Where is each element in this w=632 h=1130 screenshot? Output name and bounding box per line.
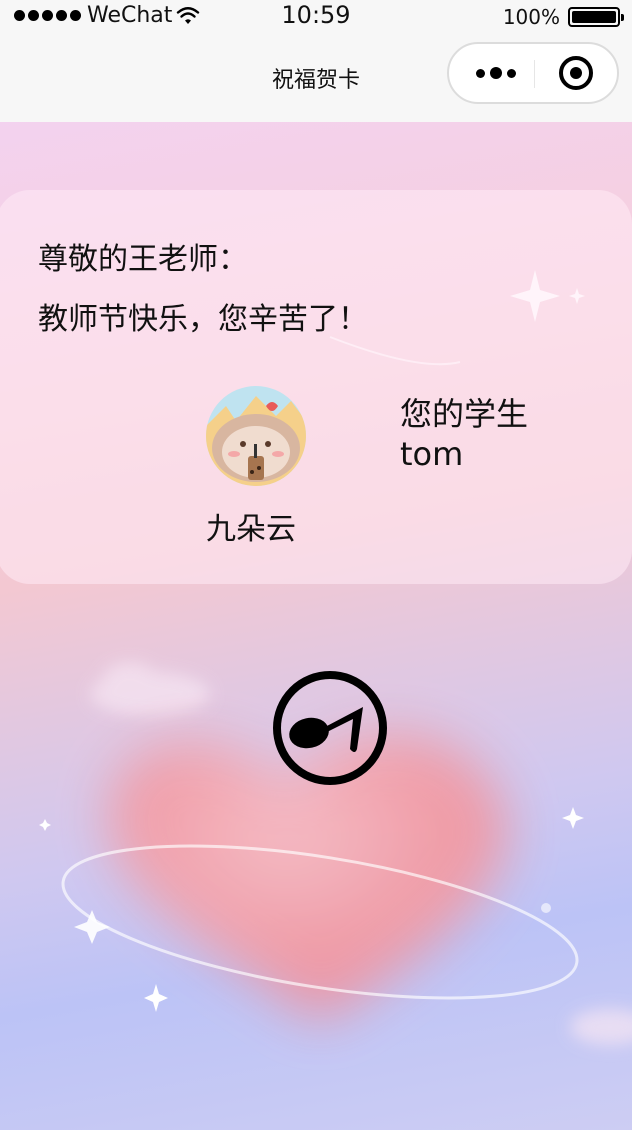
more-dots-icon[interactable] <box>469 62 523 84</box>
music-toggle-button[interactable] <box>271 669 389 787</box>
status-right: 100% <box>502 5 624 29</box>
battery-label: 100% <box>502 5 560 29</box>
music-note-icon <box>273 671 387 785</box>
message-text: 教师节快乐，您辛苦了！ <box>38 302 368 337</box>
mini-program-capsule <box>447 42 619 104</box>
sender-nickname: 九朵云 <box>206 512 296 547</box>
signature-line2: tom <box>400 435 464 473</box>
nav-bar: 祝福贺卡 <box>0 34 632 122</box>
avatar[interactable] <box>206 386 306 486</box>
greeting-text: 尊敬的王老师： <box>38 242 248 277</box>
close-target-icon[interactable] <box>559 56 593 90</box>
status-bar: WeChat 10:59 100% <box>0 0 632 34</box>
battery-icon <box>568 7 624 27</box>
capsule-divider <box>534 60 535 88</box>
avatar-image <box>206 386 306 486</box>
signature-line1: 您的学生 <box>400 395 529 433</box>
